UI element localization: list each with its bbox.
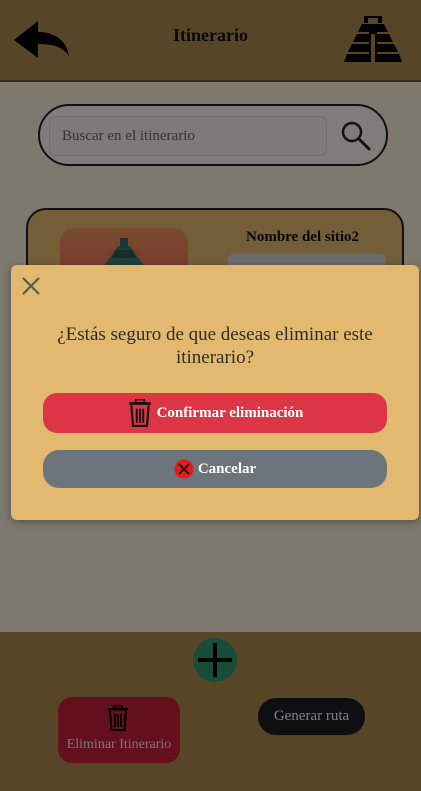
cancel-label: Cancelar [197,460,257,477]
cancel-x-icon [174,459,194,479]
dialog-message: ¿Estás seguro de que deseas eliminar est… [57,324,373,368]
confirm-delete-button[interactable]: Confirmar eliminación [43,393,387,433]
confirm-delete-label: Confirmar eliminación [156,404,304,421]
close-icon[interactable] [21,276,41,296]
cancel-button[interactable]: Cancelar [43,450,387,488]
trash-icon [128,399,151,427]
confirm-delete-dialog: ¿Estás seguro de que deseas eliminar est… [11,265,419,520]
